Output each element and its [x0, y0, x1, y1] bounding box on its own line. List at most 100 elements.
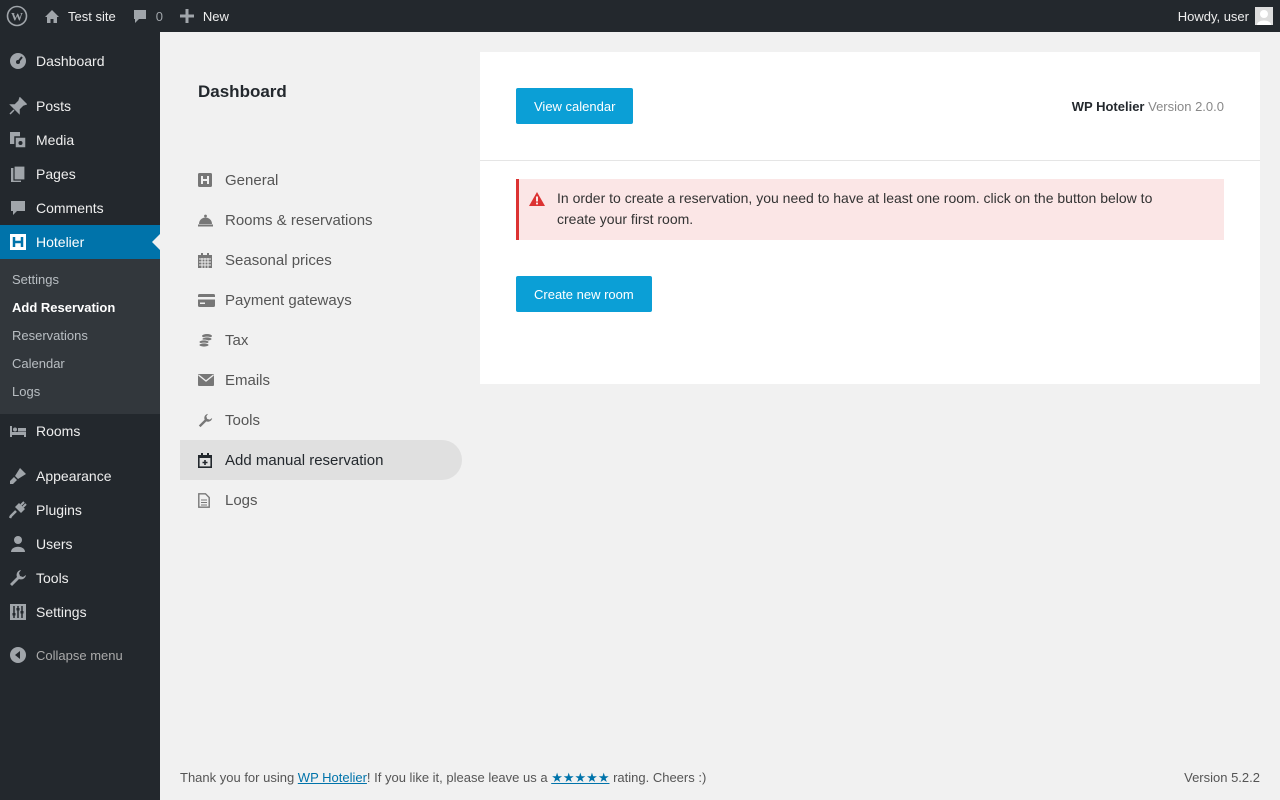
rating-stars-link[interactable]: ★★★★★: [551, 770, 609, 785]
submenu-item-reservations[interactable]: Reservations: [0, 322, 160, 350]
pin-icon: [0, 89, 36, 123]
submenu-item-settings[interactable]: Settings: [0, 266, 160, 294]
calendar-grid-icon: [198, 252, 225, 268]
credit-card-icon: [198, 293, 225, 307]
sidebar-item-rooms[interactable]: Rooms: [0, 414, 160, 448]
sidebar-item-label: Plugins: [36, 502, 82, 518]
hnav-item-label: Rooms & reservations: [225, 211, 373, 229]
sidebar-item-hotelier[interactable]: Hotelier: [0, 225, 160, 259]
sidebar-item-appearance[interactable]: Appearance: [0, 459, 160, 493]
hnav-item-label: Tax: [225, 331, 249, 349]
comments-count: 0: [155, 8, 163, 24]
hnav-item-seasonal-prices[interactable]: Seasonal prices: [180, 240, 462, 280]
sliders-icon: [0, 595, 36, 629]
sidebar-item-pages[interactable]: Pages: [0, 157, 160, 191]
collapse-menu-label: Collapse menu: [36, 647, 123, 663]
sidebar-item-media[interactable]: Media: [0, 123, 160, 157]
bell-icon: [198, 213, 225, 227]
howdy-label: Howdy, user: [1177, 8, 1249, 24]
hnav-item-emails[interactable]: Emails: [180, 360, 462, 400]
footer-text: ! If you like it, please leave us a: [366, 770, 552, 785]
sidebar-item-users[interactable]: Users: [0, 527, 160, 561]
panel-header: View calendar WP Hotelier Version 2.0.0: [480, 52, 1260, 161]
sidebar-item-label: Pages: [36, 166, 76, 182]
wp-hotelier-link[interactable]: WP Hotelier: [298, 770, 367, 785]
page-title: Dashboard: [198, 82, 287, 101]
wordpress-logo-icon[interactable]: W: [0, 0, 35, 32]
hnav-item-payment-gateways[interactable]: Payment gateways: [180, 280, 462, 320]
footer-thankyou: Thank you for using WP Hotelier! If you …: [180, 770, 706, 786]
hnav-item-label: Add manual reservation: [225, 451, 384, 469]
sidebar-item-label: Media: [36, 132, 75, 148]
h-square-icon: [198, 173, 225, 187]
hotelier-icon: [0, 225, 36, 259]
sidebar-item-label: Users: [36, 536, 73, 552]
wp-version: Version 5.2.2: [1184, 770, 1260, 785]
wrench-icon: [0, 561, 36, 595]
sidebar-item-label: Appearance: [36, 468, 112, 484]
hnav-item-label: Emails: [225, 371, 271, 389]
hnav-item-label: Tools: [225, 411, 261, 429]
sidebar-item-label: Rooms: [36, 423, 81, 439]
admin-footer: Thank you for using WP Hotelier! If you …: [180, 770, 1260, 786]
comments-link[interactable]: 0: [123, 0, 170, 32]
create-new-room-button[interactable]: Create new room: [516, 276, 652, 312]
hnav-item-add-manual-reservation[interactable]: Add manual reservation: [180, 440, 462, 480]
envelope-icon: [198, 374, 225, 386]
collapse-arrow-icon: [0, 646, 36, 664]
home-icon: [42, 6, 62, 26]
comment-icon: [0, 191, 36, 225]
content-panel: View calendar WP Hotelier Version 2.0.0 …: [480, 52, 1260, 384]
sidebar-item-label: Tools: [36, 570, 69, 586]
plus-icon: [177, 6, 197, 26]
brush-icon: [0, 459, 36, 493]
sidebar-item-label: Dashboard: [36, 53, 105, 69]
admin-bar: W Test site 0 New Howdy, user: [0, 0, 1280, 32]
sidebar-item-label: Hotelier: [36, 234, 85, 250]
plugin-version: WP Hotelier Version 2.0.0: [1072, 99, 1224, 114]
comment-icon: [130, 6, 150, 26]
hnav-item-rooms-reservations[interactable]: Rooms & reservations: [180, 200, 462, 240]
footer-text: Thank you for using: [180, 770, 298, 785]
sidebar-item-posts[interactable]: Posts: [0, 89, 160, 123]
pages-icon: [0, 157, 36, 191]
view-calendar-button[interactable]: View calendar: [516, 88, 634, 124]
hnav-item-tools[interactable]: Tools: [180, 400, 462, 440]
calendar-plus-icon: [198, 452, 225, 468]
admin-sidebar: Dashboard Posts Media Pages Comments Hot…: [0, 32, 160, 800]
hnav-item-general[interactable]: General: [180, 160, 462, 200]
new-label: New: [202, 8, 229, 24]
notice-text: In order to create a reservation, you ne…: [557, 190, 1153, 227]
hnav-item-label: General: [225, 171, 279, 189]
submenu-item-add-reservation[interactable]: Add Reservation: [0, 294, 160, 322]
hotelier-submenu: Settings Add Reservation Reservations Ca…: [0, 259, 160, 414]
site-name-link[interactable]: Test site: [35, 0, 123, 32]
plugin-version-number: Version 2.0.0: [1148, 98, 1224, 114]
my-account-link[interactable]: Howdy, user: [1171, 0, 1280, 32]
hnav-item-logs[interactable]: Logs: [180, 480, 462, 520]
sidebar-item-label: Comments: [36, 200, 104, 216]
bed-icon: [0, 414, 36, 448]
warning-icon: [529, 188, 557, 230]
sidebar-item-comments[interactable]: Comments: [0, 191, 160, 225]
submenu-item-logs[interactable]: Logs: [0, 378, 160, 406]
file-icon: [198, 492, 225, 508]
hnav-item-tax[interactable]: Tax: [180, 320, 462, 360]
sidebar-item-settings[interactable]: Settings: [0, 595, 160, 629]
collapse-menu-button[interactable]: Collapse menu: [0, 638, 160, 672]
sidebar-item-tools[interactable]: Tools: [0, 561, 160, 595]
hotelier-settings-nav: Dashboard General Rooms & reservations S…: [180, 52, 462, 520]
submenu-item-calendar[interactable]: Calendar: [0, 350, 160, 378]
plugin-icon: [0, 493, 36, 527]
media-icon: [0, 123, 36, 157]
plugin-name: WP Hotelier: [1071, 98, 1145, 114]
hnav-item-label: Seasonal prices: [225, 251, 332, 269]
dashboard-icon: [0, 44, 36, 78]
new-content-link[interactable]: New: [170, 0, 236, 32]
sidebar-item-plugins[interactable]: Plugins: [0, 493, 160, 527]
coins-icon: [198, 333, 225, 348]
user-icon: [0, 527, 36, 561]
sidebar-item-label: Posts: [36, 98, 72, 114]
sidebar-item-dashboard[interactable]: Dashboard: [0, 44, 160, 78]
hnav-item-label: Logs: [225, 491, 258, 509]
